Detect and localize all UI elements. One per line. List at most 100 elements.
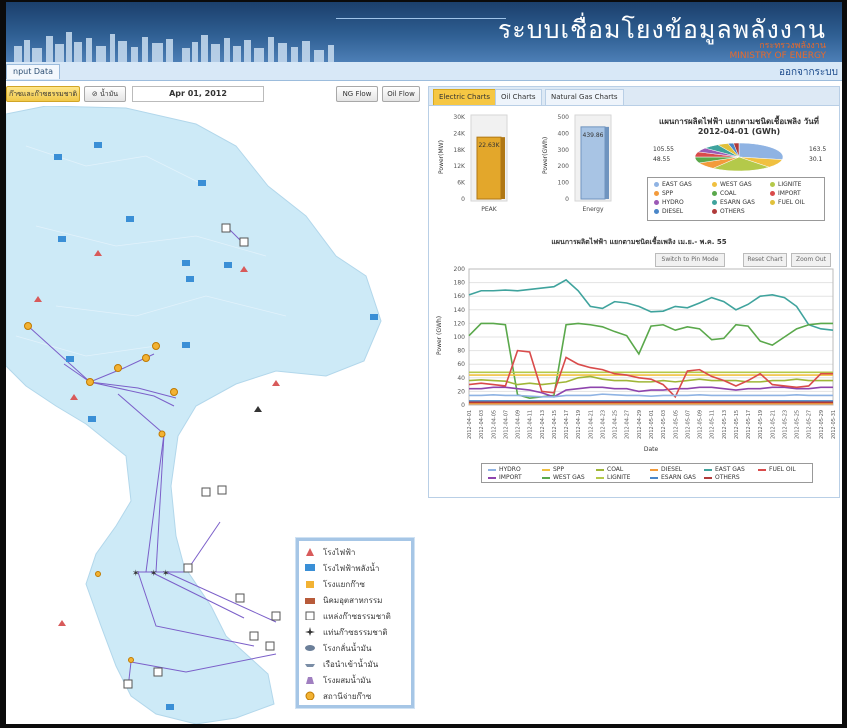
legend-item: โรงแยกก๊าซ <box>305 576 411 592</box>
hydro-plant-icon[interactable] <box>186 276 194 282</box>
gas-station-icon[interactable] <box>95 571 101 577</box>
hydro-plant-icon[interactable] <box>182 260 190 266</box>
legend-label: HYDRO <box>499 466 521 473</box>
pie-chart-title: แผนการผลิตไฟฟ้า แยกตามชนิดเชื้อเพลิง วัน… <box>651 117 827 137</box>
gas-station-icon[interactable] <box>158 430 166 438</box>
legend-swatch <box>596 476 604 479</box>
oil-flow-button[interactable]: Oil Flow <box>382 86 420 102</box>
pie-legend-item: DIESEL <box>654 208 683 215</box>
x-tick-label: 2012-04-13 <box>540 410 546 439</box>
gas-filter-button[interactable]: ก๊าซและก๊าซธรรมชาติ <box>6 86 80 102</box>
gauge-tick-label: 6K <box>457 180 466 187</box>
gas-field-icon[interactable] <box>239 237 249 247</box>
gas-field-icon[interactable] <box>221 223 231 233</box>
y-tick-label: 180 <box>454 280 466 287</box>
tab-input-data[interactable]: nput Data <box>6 64 60 79</box>
hydro-plant-icon[interactable] <box>88 416 96 422</box>
x-tick-label: 2012-05-21 <box>770 410 776 439</box>
gas-station-icon[interactable] <box>142 354 150 362</box>
gas-station-icon[interactable] <box>114 364 122 372</box>
power-plant-icon[interactable] <box>58 620 66 626</box>
gauge-axis-label: Power(GWh) <box>542 137 549 174</box>
legend-item: โรงกลั่นน้ำมัน <box>305 640 411 656</box>
legend-label: แหล่งก๊าซธรรมชาติ <box>323 612 391 621</box>
x-tick-label: 2012-04-03 <box>479 410 485 439</box>
hydro-plant-icon[interactable] <box>66 356 74 362</box>
legend-swatch <box>770 182 775 187</box>
gas-station-icon[interactable] <box>170 388 178 396</box>
gas-field-icon[interactable] <box>217 485 227 495</box>
legend-item: สถานีจ่ายก๊าซ <box>305 688 411 704</box>
energy-map[interactable]: ✶ ✶ ✶ โรงไฟฟ้า โรงไฟฟ้าพลังน้ำ โรงแยกก๊า… <box>6 105 420 724</box>
ng-flow-button[interactable]: NG Flow <box>336 86 378 102</box>
gauge-name-label: PEAK <box>481 206 498 213</box>
gas-field-icon[interactable] <box>201 487 211 497</box>
y-tick-label: 40 <box>457 375 465 382</box>
gauge-tick-label: 100 <box>558 180 570 187</box>
gas-field-icon[interactable] <box>183 563 193 573</box>
gas-station-icon[interactable] <box>24 322 32 330</box>
gas-field-icon[interactable] <box>265 641 275 651</box>
pie-legend-item: IMPORT <box>770 190 801 197</box>
x-tick-label: 2012-04-29 <box>637 410 643 439</box>
gas-station-icon[interactable] <box>152 342 160 350</box>
legend-label: OTHERS <box>715 474 740 481</box>
pie-legend-item: LIGNITE <box>770 181 801 188</box>
power-plant-icon[interactable] <box>272 380 280 386</box>
gas-field-icon[interactable] <box>249 631 259 641</box>
legend-swatch <box>488 476 496 479</box>
legend-label: COAL <box>720 190 737 197</box>
ministry-logo: กระทรวงพลังงาน MINISTRY OF ENERGY <box>706 41 826 61</box>
legend-label: DIESEL <box>661 466 683 473</box>
power-plant-icon[interactable] <box>254 406 262 412</box>
pie-legend-item: WEST GAS <box>712 181 752 188</box>
legend-label: LIGNITE <box>607 474 631 481</box>
gas-separation-icon <box>306 581 314 588</box>
oil-filter-button[interactable]: ⊘ น้ำมัน <box>84 86 126 102</box>
oil-blending-icon <box>306 677 314 684</box>
line-legend-item: FUEL OIL <box>758 466 796 473</box>
gas-field-icon[interactable] <box>153 667 163 677</box>
pie-legend-item: OTHERS <box>712 208 745 215</box>
hydro-plant-icon[interactable] <box>166 704 174 710</box>
gas-platform-icon[interactable]: ✶ <box>162 569 170 579</box>
logout-link[interactable]: ออกจากระบบ <box>779 65 838 80</box>
tab-electric-charts[interactable]: Electric Charts <box>433 89 497 105</box>
line-legend-item: IMPORT <box>488 474 522 481</box>
x-tick-label: 2012-05-05 <box>673 410 679 439</box>
nav-bar: nput Data ออกจากระบบ <box>6 62 842 81</box>
gas-platform-icon[interactable]: ✶ <box>132 569 140 579</box>
hydro-plant-icon[interactable] <box>54 154 62 160</box>
legend-swatch <box>596 468 604 471</box>
hydro-plant-icon[interactable] <box>94 142 102 148</box>
line-legend-item: HYDRO <box>488 466 521 473</box>
header-divider <box>336 18 506 19</box>
gas-field-icon[interactable] <box>271 611 281 621</box>
gas-station-icon[interactable] <box>86 378 94 386</box>
hydro-plant-icon[interactable] <box>370 314 378 320</box>
gauge-bar-side <box>605 126 609 199</box>
gas-platform-icon[interactable]: ✶ <box>150 569 158 579</box>
legend-label: โรงผสมน้ำมัน <box>323 676 372 685</box>
tab-oil-charts[interactable]: Oil Charts <box>495 89 542 105</box>
hydro-plant-icon[interactable] <box>224 262 232 268</box>
tab-natural-gas-charts[interactable]: Natural Gas Charts <box>545 89 624 105</box>
x-tick-label: 2012-05-17 <box>746 410 752 439</box>
legend-label: OTHERS <box>720 208 745 215</box>
legend-swatch <box>650 468 658 471</box>
date-field[interactable]: Apr 01, 2012 <box>132 86 264 102</box>
gas-field-icon[interactable] <box>123 679 133 689</box>
gas-station-icon[interactable] <box>128 657 134 663</box>
hydro-plant-icon[interactable] <box>182 342 190 348</box>
city-skyline-graphic <box>14 32 334 62</box>
legend-swatch <box>704 476 712 479</box>
hydro-plant-icon[interactable] <box>198 180 206 186</box>
legend-swatch <box>770 200 775 205</box>
x-tick-label: 2012-04-05 <box>491 410 497 439</box>
hydro-plant-icon[interactable] <box>58 236 66 242</box>
gas-field-icon[interactable] <box>235 593 245 603</box>
line-chart[interactable]: 0 20 40 60 80 100 120 140 160 180 200 2012-04-01 201… <box>429 265 839 465</box>
legend-label: โรงแยกก๊าซ <box>323 580 365 589</box>
y-tick-label: 200 <box>454 266 466 273</box>
hydro-plant-icon[interactable] <box>126 216 134 222</box>
